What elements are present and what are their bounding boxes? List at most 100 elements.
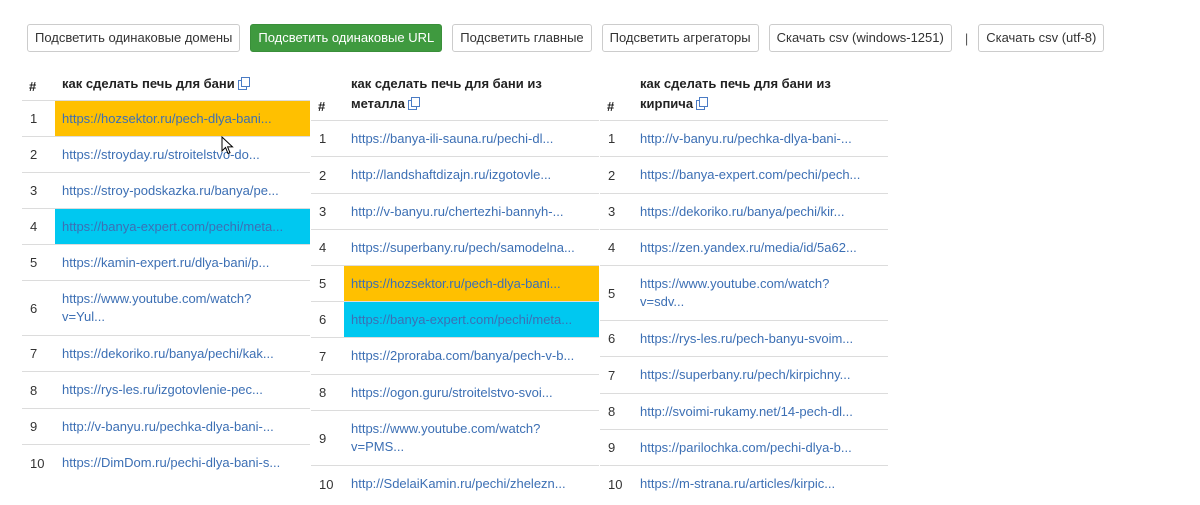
result-url[interactable]: https://DimDom.ru/pechi-dlya-bani-s... — [55, 445, 310, 481]
table-row: 4 https://superbany.ru/pech/samodelna... — [311, 230, 599, 266]
result-url[interactable]: http://v-banyu.ru/pechka-dlya-bani-... — [633, 121, 888, 156]
rank: 2 — [319, 167, 327, 183]
result-url[interactable]: https://stroy-podskazka.ru/banya/pe... — [55, 173, 310, 208]
rank: 10 — [319, 476, 334, 492]
table-row: 7 https://2proraba.com/banya/pech-v-b... — [311, 338, 599, 375]
query-title: как сделать печь для бани из кирпича — [640, 76, 831, 111]
result-url[interactable]: https://kamin-expert.ru/dlya-bani/p... — [55, 245, 310, 280]
table-row: 5 https://hozsektor.ru/pech-dlya-bani... — [311, 266, 599, 302]
serp-column-2: # как сделать печь для бани из металла 1… — [311, 66, 599, 502]
copy-icon[interactable] — [237, 77, 250, 90]
rank: 1 — [30, 111, 38, 126]
table-row: 7 https://superbany.ru/pech/kirpichny... — [600, 357, 888, 394]
table-row: 2 https://banya-expert.com/pechi/pech... — [600, 157, 888, 194]
result-url[interactable]: https://www.youtube.com/watch?v=sdv... — [633, 266, 888, 320]
table-row: 3 http://v-banyu.ru/chertezhi-bannyh-... — [311, 194, 599, 230]
toolbar-separator: | — [964, 30, 969, 46]
serp-column-3: # как сделать печь для бани из кирпича 1… — [600, 66, 888, 502]
table-row: 1 https://banya-ili-sauna.ru/pechi-dl... — [311, 121, 599, 157]
rank: 9 — [608, 440, 616, 455]
rank: 3 — [30, 183, 38, 198]
result-url[interactable]: https://superbany.ru/pech/kirpichny... — [633, 357, 888, 393]
highlight-aggregators-button[interactable]: Подсветить агрегаторы — [601, 24, 759, 52]
rank: 10 — [30, 455, 45, 471]
result-url[interactable]: http://landshaftdizajn.ru/izgotovle... — [344, 157, 599, 193]
rank: 10 — [608, 476, 623, 492]
rank: 5 — [319, 276, 327, 291]
toolbar: Подсветить одинаковые домены Подсветить … — [27, 24, 1114, 52]
highlight-same-urls-button[interactable]: Подсветить одинаковые URL — [250, 24, 443, 52]
rank: 2 — [30, 147, 38, 162]
result-url[interactable]: https://hozsektor.ru/pech-dlya-bani... — [344, 266, 599, 301]
rank-header: # — [29, 79, 37, 94]
result-url[interactable]: https://banya-expert.com/pechi/pech... — [633, 157, 888, 193]
result-url[interactable]: http://svoimi-rukamy.net/14-pech-dl... — [633, 394, 888, 429]
result-url[interactable]: https://banya-expert.com/pechi/meta... — [344, 302, 599, 337]
table-row: 5 https://kamin-expert.ru/dlya-bani/p... — [22, 245, 310, 281]
table-row: 10 https://m-strana.ru/articles/kirpic..… — [600, 466, 888, 502]
table-row: 2 https://stroyday.ru/stroitelstvo-do... — [22, 137, 310, 173]
mouse-cursor-icon — [221, 136, 234, 155]
table-row: 10 https://DimDom.ru/pechi-dlya-bani-s..… — [22, 445, 310, 481]
highlight-main-pages-button[interactable]: Подсветить главные — [452, 24, 592, 52]
rank: 9 — [30, 419, 38, 434]
highlight-same-domains-button[interactable]: Подсветить одинаковые домены — [27, 24, 241, 52]
table-row: 4 https://zen.yandex.ru/media/id/5a62... — [600, 230, 888, 266]
result-url[interactable]: https://ogon.guru/stroitelstvo-svoi... — [344, 375, 599, 410]
rank: 8 — [608, 404, 616, 419]
rank: 4 — [608, 240, 616, 255]
rank-header: # — [607, 99, 615, 114]
rank: 6 — [608, 331, 616, 346]
query-title: как сделать печь для бани — [55, 74, 310, 94]
rank: 1 — [319, 131, 327, 146]
result-url[interactable]: http://v-banyu.ru/chertezhi-bannyh-... — [344, 194, 599, 229]
rank: 6 — [30, 300, 38, 316]
result-url[interactable]: https://m-strana.ru/articles/kirpic... — [633, 466, 888, 502]
result-url[interactable]: http://v-banyu.ru/pechka-dlya-bani-... — [55, 409, 310, 444]
rank: 1 — [608, 131, 616, 146]
copy-icon[interactable] — [408, 97, 421, 110]
table-row: 10 http://SdelaiKamin.ru/pechi/zhelezn..… — [311, 466, 599, 502]
serp-column-1: # как сделать печь для бани 1 https://ho… — [22, 66, 310, 481]
table-row: 6 https://rys-les.ru/pech-banyu-svoim... — [600, 321, 888, 357]
result-url[interactable]: https://www.youtube.com/watch?v=PMS... — [344, 411, 599, 465]
result-url[interactable]: https://superbany.ru/pech/samodelna... — [344, 230, 599, 265]
table-row: 3 https://stroy-podskazka.ru/banya/pe... — [22, 173, 310, 209]
rank: 6 — [319, 312, 327, 327]
column-header: # как сделать печь для бани из кирпича — [600, 66, 888, 121]
result-url[interactable]: https://www.youtube.com/watch?v=Yul... — [55, 281, 310, 335]
table-row: 6 https://banya-expert.com/pechi/meta... — [311, 302, 599, 338]
result-url[interactable]: http://SdelaiKamin.ru/pechi/zhelezn... — [344, 466, 599, 502]
column-header: # как сделать печь для бани из металла — [311, 66, 599, 121]
result-url[interactable]: https://parilochka.com/pechi-dlya-b... — [633, 430, 888, 465]
copy-icon[interactable] — [696, 97, 709, 110]
result-url[interactable]: https://rys-les.ru/pech-banyu-svoim... — [633, 321, 888, 356]
result-url[interactable]: https://zen.yandex.ru/media/id/5a62... — [633, 230, 888, 265]
result-url[interactable]: https://hozsektor.ru/pech-dlya-bani... — [55, 101, 310, 136]
result-url[interactable]: https://dekoriko.ru/banya/pechi/kir... — [633, 194, 888, 229]
query-title: как сделать печь для бани из металла — [351, 76, 542, 111]
download-csv-windows1251-button[interactable]: Скачать csv (windows-1251) — [768, 24, 952, 52]
result-url[interactable]: https://dekoriko.ru/banya/pechi/kak... — [55, 336, 310, 371]
table-row: 6 https://www.youtube.com/watch?v=Yul... — [22, 281, 310, 336]
download-csv-utf8-button[interactable]: Скачать csv (utf-8) — [978, 24, 1105, 52]
rank: 5 — [30, 255, 38, 270]
table-row: 1 https://hozsektor.ru/pech-dlya-bani... — [22, 101, 310, 137]
table-row: 2 http://landshaftdizajn.ru/izgotovle... — [311, 157, 599, 194]
table-row: 9 http://v-banyu.ru/pechka-dlya-bani-... — [22, 409, 310, 445]
rank: 3 — [608, 204, 616, 219]
result-url[interactable]: https://2proraba.com/banya/pech-v-b... — [344, 338, 599, 374]
rank: 2 — [608, 167, 616, 183]
table-row: 8 http://svoimi-rukamy.net/14-pech-dl... — [600, 394, 888, 430]
rank: 4 — [30, 219, 38, 234]
result-url[interactable]: https://banya-expert.com/pechi/meta... — [55, 209, 310, 244]
rank: 3 — [319, 204, 327, 219]
table-row: 8 https://ogon.guru/stroitelstvo-svoi... — [311, 375, 599, 411]
result-url[interactable]: https://banya-ili-sauna.ru/pechi-dl... — [344, 121, 599, 156]
table-row: 4 https://banya-expert.com/pechi/meta... — [22, 209, 310, 245]
table-row: 5 https://www.youtube.com/watch?v=sdv... — [600, 266, 888, 321]
table-row: 8 https://rys-les.ru/izgotovlenie-pec... — [22, 372, 310, 409]
result-url[interactable]: https://stroyday.ru/stroitelstvo-do... — [55, 137, 310, 172]
result-url[interactable]: https://rys-les.ru/izgotovlenie-pec... — [55, 372, 310, 408]
table-row: 3 https://dekoriko.ru/banya/pechi/kir... — [600, 194, 888, 230]
